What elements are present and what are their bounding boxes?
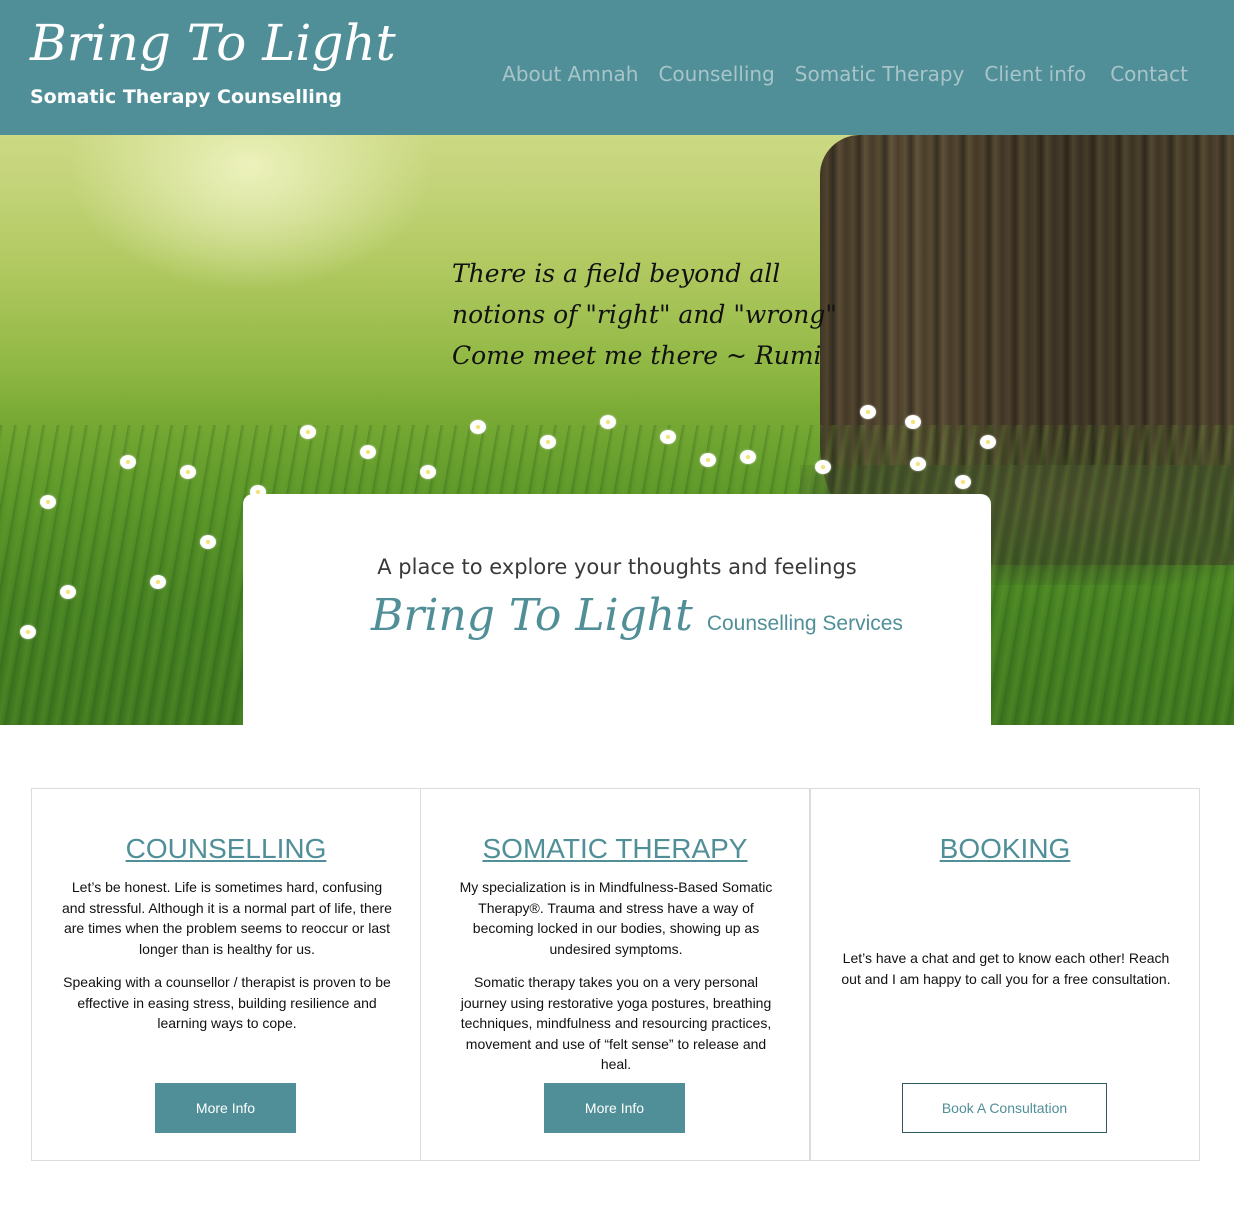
flower xyxy=(60,585,76,599)
flower xyxy=(700,453,716,467)
counselling-title-link[interactable]: COUNSELLING xyxy=(32,833,420,865)
flower xyxy=(740,450,756,464)
somatic-therapy-title-link[interactable]: SOMATIC THERAPY xyxy=(421,833,809,865)
flower xyxy=(40,495,56,509)
somatic-therapy-description: My specialization is in Mindfulness-Base… xyxy=(451,877,781,1088)
flower xyxy=(660,430,676,444)
service-card-booking: BOOKING Let’s have a chat and get to kno… xyxy=(810,788,1200,1161)
service-card-somatic-therapy: SOMATIC THERAPY My specialization is in … xyxy=(420,788,810,1161)
paragraph: Somatic therapy takes you on a very pers… xyxy=(460,974,772,1072)
intro-brand-script: Bring To Light xyxy=(371,590,693,641)
main-nav: About Amnah Counselling Somatic Therapy … xyxy=(502,62,1188,86)
book-consultation-button[interactable]: Book A Consultation xyxy=(902,1083,1107,1133)
flower xyxy=(980,435,996,449)
flower xyxy=(905,415,921,429)
quote-line: notions of "right" and "wrong" xyxy=(452,300,837,329)
quote-line: Come meet me there ~ Rumi xyxy=(452,341,822,370)
booking-title-link[interactable]: BOOKING xyxy=(811,833,1199,865)
site-tagline: Somatic Therapy Counselling xyxy=(30,86,342,108)
intro-card: A place to explore your thoughts and fee… xyxy=(243,494,991,725)
flower xyxy=(20,625,36,639)
intro-brand: Bring To Light Counselling Services xyxy=(371,590,903,641)
flower xyxy=(200,535,216,549)
rumi-quote: There is a field beyond all notions of "… xyxy=(452,253,837,376)
site-logo[interactable]: Bring To Light xyxy=(30,14,396,72)
site-header: Bring To Light Somatic Therapy Counselli… xyxy=(0,0,1234,135)
nav-contact[interactable]: Contact xyxy=(1110,62,1188,86)
flower xyxy=(180,465,196,479)
intro-brand-suffix: Counselling Services xyxy=(706,612,903,635)
flower xyxy=(815,460,831,474)
flower xyxy=(300,425,316,439)
nav-somatic-therapy[interactable]: Somatic Therapy xyxy=(795,62,965,86)
flower xyxy=(540,435,556,449)
flower xyxy=(360,445,376,459)
quote-line: There is a field beyond all xyxy=(452,259,781,288)
intro-tagline: A place to explore your thoughts and fee… xyxy=(377,555,857,579)
paragraph: Let’s be honest. Life is sometimes hard,… xyxy=(62,879,392,957)
paragraph: My specialization is in Mindfulness-Base… xyxy=(459,879,773,957)
nav-client-info[interactable]: Client info xyxy=(984,62,1086,86)
flower xyxy=(470,420,486,434)
flower xyxy=(910,457,926,471)
somatic-therapy-more-info-button[interactable]: More Info xyxy=(544,1083,685,1133)
booking-description: Let’s have a chat and get to know each o… xyxy=(836,948,1176,1002)
nav-counselling[interactable]: Counselling xyxy=(658,62,774,86)
flower xyxy=(420,465,436,479)
flower xyxy=(860,405,876,419)
paragraph: Speaking with a counsellor / therapist i… xyxy=(63,974,391,1031)
service-card-counselling: COUNSELLING Let’s be honest. Life is som… xyxy=(31,788,421,1161)
nav-about-amnah[interactable]: About Amnah xyxy=(502,62,638,86)
counselling-more-info-button[interactable]: More Info xyxy=(155,1083,296,1133)
flower xyxy=(955,475,971,489)
flower xyxy=(600,415,616,429)
flower xyxy=(150,575,166,589)
paragraph: Let’s have a chat and get to know each o… xyxy=(841,950,1171,987)
flower xyxy=(120,455,136,469)
counselling-description: Let’s be honest. Life is sometimes hard,… xyxy=(62,877,392,1047)
